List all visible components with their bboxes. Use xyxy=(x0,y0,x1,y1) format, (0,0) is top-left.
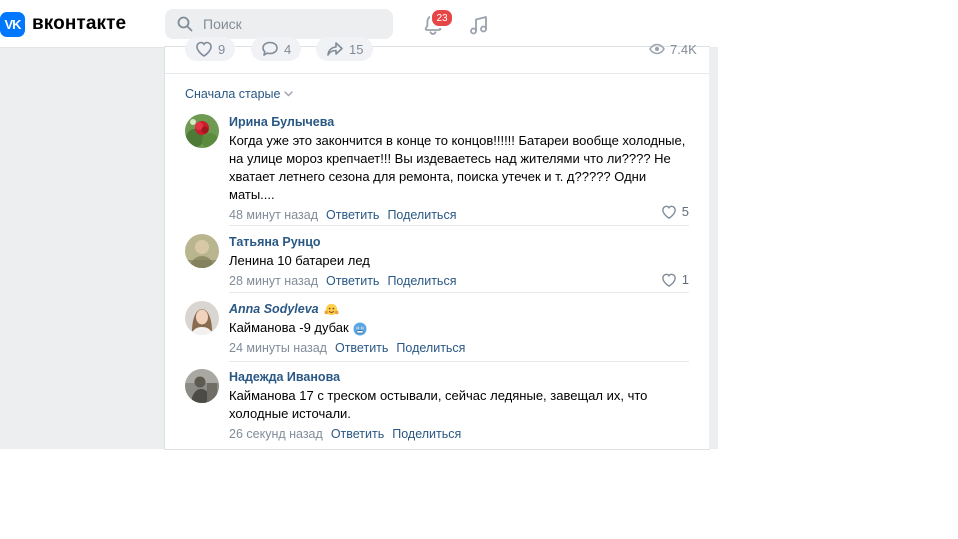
share-link[interactable]: Поделиться xyxy=(387,274,456,288)
divider xyxy=(165,73,709,74)
reply-link[interactable]: Ответить xyxy=(326,274,379,288)
comment-text: Ленина 10 батареи лед xyxy=(229,253,370,268)
comment-time[interactable]: 48 минут назад xyxy=(229,208,318,222)
comment-meta: 26 секунд назад Ответить Поделиться xyxy=(229,426,689,442)
notifications-badge: 23 xyxy=(430,8,454,28)
reply-link[interactable]: Ответить xyxy=(335,341,388,355)
comment-item: Anna Sodyleva Кайманова -9 дубак 24 мину… xyxy=(185,301,689,357)
comment-item: Ирина Булычева Когда уже это закончится … xyxy=(185,114,689,222)
reply-link[interactable]: Ответить xyxy=(331,427,384,441)
comment-author[interactable]: Надежда Иванова xyxy=(229,369,689,385)
comment-text: Кайманова -9 дубак xyxy=(229,319,689,337)
views-counter: 7.4K xyxy=(639,37,707,61)
comment-time[interactable]: 26 секунд назад xyxy=(229,427,323,441)
comment-meta: 24 минуты назад Ответить Поделиться xyxy=(229,340,689,356)
avatar[interactable] xyxy=(185,369,219,403)
search-icon xyxy=(177,16,193,32)
heart-icon xyxy=(661,205,676,219)
vk-logo-text: вконтакте xyxy=(32,13,127,34)
search-input[interactable] xyxy=(201,15,385,33)
share-icon xyxy=(327,42,343,56)
divider xyxy=(229,292,689,293)
divider xyxy=(229,225,689,226)
search-box[interactable] xyxy=(165,9,393,39)
comment-meta: 28 минут назад Ответить Поделиться xyxy=(229,273,689,289)
share-link[interactable]: Поделиться xyxy=(392,427,461,441)
eye-icon xyxy=(649,43,665,55)
heart-icon xyxy=(196,41,212,57)
share-link[interactable]: Поделиться xyxy=(396,341,465,355)
reply-link[interactable]: Ответить xyxy=(326,208,379,222)
hug-face-icon xyxy=(324,303,339,315)
share-count: 15 xyxy=(349,41,364,57)
comment-author[interactable]: Anna Sodyleva xyxy=(229,301,689,317)
comment-author[interactable]: Татьяна Рунцо xyxy=(229,234,689,250)
divider xyxy=(229,361,689,362)
comment-like-button[interactable]: 5 xyxy=(661,204,689,219)
comment-meta: 48 минут назад Ответить Поделиться xyxy=(229,207,689,223)
comment-author[interactable]: Ирина Булычева xyxy=(229,114,689,130)
cold-face-icon xyxy=(353,322,367,336)
comments-sort[interactable]: Сначала старые xyxy=(185,87,294,101)
comment-item: Надежда Иванова Кайманова 17 с треском о… xyxy=(185,369,689,441)
page-gutter xyxy=(709,47,718,449)
music-icon[interactable] xyxy=(467,13,491,37)
comment-text: Когда уже это закончится в конце то конц… xyxy=(229,133,686,202)
comment-like-button[interactable]: 1 xyxy=(661,272,689,287)
comment-time[interactable]: 24 минуты назад xyxy=(229,341,327,355)
comment-count: 4 xyxy=(284,41,292,57)
comment-text: Кайманова 17 с треском остывали, сейчас … xyxy=(229,388,648,421)
avatar[interactable] xyxy=(185,114,219,148)
post-card: 9 4 15 7.4K Сначала старые Ирина Булычев… xyxy=(165,37,709,449)
avatar[interactable] xyxy=(185,301,219,335)
vk-logo-mark: VK xyxy=(0,11,25,37)
like-button[interactable]: 9 xyxy=(185,37,236,61)
comment-item: Татьяна Рунцо Ленина 10 батареи лед 28 м… xyxy=(185,234,689,290)
comment-like-count: 5 xyxy=(681,204,689,219)
heart-icon xyxy=(661,273,676,287)
comment-time[interactable]: 28 минут назад xyxy=(229,274,318,288)
comment-button[interactable]: 4 xyxy=(251,37,302,61)
avatar[interactable] xyxy=(185,234,219,268)
vk-logo[interactable]: VK вконтакте xyxy=(0,11,126,37)
chevron-down-icon xyxy=(284,91,294,97)
comment-like-count: 1 xyxy=(681,272,689,287)
views-count: 7.4K xyxy=(670,41,697,57)
comment-icon xyxy=(262,41,278,56)
share-button[interactable]: 15 xyxy=(316,37,374,61)
like-count: 9 xyxy=(218,41,226,57)
share-link[interactable]: Поделиться xyxy=(387,208,456,222)
comments-sort-label: Сначала старые xyxy=(185,87,281,101)
